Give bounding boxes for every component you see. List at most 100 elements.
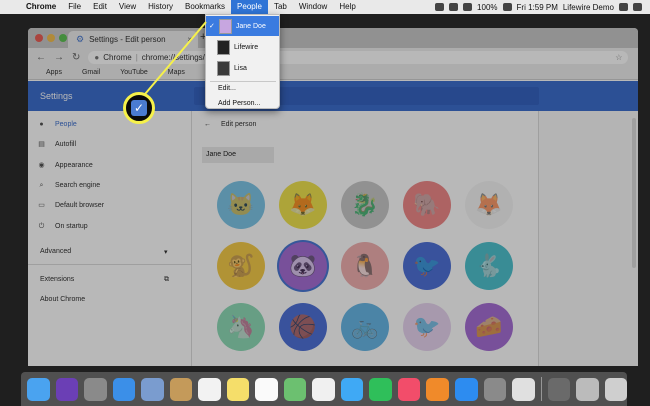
checkmark-icon: ✓ — [131, 100, 147, 116]
app-store-icon[interactable] — [454, 377, 478, 401]
checkmark-icon: ✓ — [209, 23, 215, 30]
bookmark-maps[interactable]: Maps — [158, 69, 185, 76]
avatar-option-origami-fox[interactable]: 🦊 — [465, 181, 513, 229]
back-icon[interactable]: ← — [36, 52, 46, 63]
dock-divider — [540, 377, 542, 401]
menu-history[interactable]: History — [142, 0, 179, 14]
menu-edit[interactable]: Edit — [87, 0, 113, 14]
sidebar-item-people[interactable]: ● People — [38, 121, 76, 128]
bookmark-youtube[interactable]: YouTube — [110, 69, 148, 76]
tab-strip: ⚙ Settings - Edit person × + — [28, 28, 638, 48]
person-name-field[interactable]: Jane Doe — [202, 147, 274, 163]
profile-lifewire[interactable]: Lifewire — [206, 37, 279, 57]
messages-icon[interactable] — [340, 377, 364, 401]
sidebar-about-chrome[interactable]: About Chrome — [40, 296, 85, 303]
photo-icon[interactable] — [141, 377, 164, 401]
clock[interactable]: Fri 1:59 PM — [517, 3, 558, 12]
bookmark-apps[interactable]: Apps — [36, 69, 62, 76]
avatar-option-basketball[interactable]: 🏀 — [279, 303, 327, 351]
sidebar-item-autofill[interactable]: ▤ Autofill — [38, 141, 76, 148]
sidebar-item-default-browser[interactable]: ▭ Default browser — [38, 202, 104, 209]
launchpad-icon[interactable] — [84, 377, 107, 401]
menu-window[interactable]: Window — [293, 0, 333, 14]
profile-lisa[interactable]: Lisa — [206, 58, 279, 78]
close-window-button[interactable] — [35, 34, 43, 42]
finder-icon[interactable] — [27, 377, 50, 401]
window-icon[interactable] — [576, 377, 599, 401]
photos-icon[interactable] — [312, 377, 335, 401]
menu-people[interactable]: People — [231, 0, 268, 14]
scrollbar[interactable] — [632, 118, 636, 268]
sidebar-item-search-engine[interactable]: ⌕ Search engine — [38, 182, 101, 189]
avatar-option-fox[interactable]: 🦊 — [279, 181, 327, 229]
calendar-icon[interactable] — [198, 377, 221, 401]
maps-icon[interactable] — [283, 377, 307, 401]
chevron-down-icon: ▾ — [164, 249, 168, 256]
omnibox-separator: | — [135, 52, 138, 62]
avatar-option-cat[interactable]: 🐱 — [217, 181, 265, 229]
profile-name: Jane Doe — [235, 22, 266, 30]
maximize-window-button[interactable] — [59, 34, 67, 42]
facetime-icon[interactable] — [369, 377, 392, 401]
avatar-option-penguin[interactable]: 🐧 — [341, 242, 389, 290]
search-icon[interactable] — [619, 3, 628, 11]
tab-settings[interactable]: ⚙ Settings - Edit person × — [68, 31, 198, 48]
omnibox[interactable]: ● Chrome | chrome://settings/ma ☆ — [88, 50, 629, 64]
menu-bookmarks[interactable]: Bookmarks — [179, 0, 231, 14]
avatar-option-panda[interactable]: 🐼 — [279, 242, 327, 290]
back-arrow-icon[interactable]: ← — [204, 121, 211, 128]
downloads-icon[interactable] — [547, 377, 571, 401]
menu-edit-people[interactable]: Edit... — [218, 85, 236, 92]
menu-app-name[interactable]: Chrome — [20, 0, 62, 14]
avatar-option-monkey[interactable]: 🐒 — [217, 242, 265, 290]
avatar-option-bird[interactable]: 🐦 — [403, 242, 451, 290]
sidebar-item-label: Default browser — [55, 202, 105, 209]
avatar-option-cardinal[interactable]: 🐦 — [403, 303, 451, 351]
avatar-option-cheese[interactable]: 🧀 — [465, 303, 513, 351]
bookmarks-bar: Apps Gmail YouTube Maps — [28, 66, 638, 80]
bookmark-label: Gmail — [81, 69, 101, 76]
callout-highlight: ✓ — [123, 92, 155, 124]
avatar-option-dragon[interactable]: 🐉 — [341, 181, 389, 229]
bookmark-gmail[interactable]: Gmail — [72, 69, 100, 76]
music-icon[interactable] — [397, 377, 421, 401]
menu-tab[interactable]: Tab — [268, 0, 293, 14]
menu-add-person[interactable]: Add Person... — [218, 100, 260, 107]
user-name[interactable]: Lifewire Demo — [563, 3, 614, 12]
books-icon[interactable] — [426, 377, 449, 401]
sidebar-item-appearance[interactable]: ◉ Appearance — [38, 162, 92, 169]
minimize-window-button[interactable] — [47, 34, 55, 42]
close-tab-icon[interactable]: × — [187, 35, 192, 44]
reload-icon[interactable]: ↻ — [72, 52, 80, 63]
list-icon[interactable] — [633, 3, 642, 11]
sidebar-extensions[interactable]: Extensions ⧉ — [40, 276, 169, 283]
sidebar-advanced[interactable]: Advanced ▾ — [40, 248, 168, 256]
system-preferences-icon[interactable] — [483, 377, 507, 401]
avatar-option-unicorn[interactable]: 🦄 — [217, 303, 265, 351]
cast-icon[interactable] — [435, 3, 445, 11]
menu-view[interactable]: View — [113, 0, 142, 14]
origami-fox-icon: 🦊 — [475, 192, 503, 217]
safari-icon[interactable] — [112, 377, 136, 401]
sidebar-item-on-startup[interactable]: ⏻ On startup — [38, 223, 88, 230]
star-icon[interactable]: ☆ — [615, 53, 622, 62]
external-link-icon: ⧉ — [164, 276, 169, 283]
chrome-icon[interactable] — [512, 377, 535, 401]
forward-icon[interactable]: → — [54, 52, 64, 63]
avatar-option-bicycle[interactable]: 🚲 — [341, 303, 389, 351]
menu-file[interactable]: File — [62, 0, 87, 14]
notes-icon[interactable] — [226, 377, 250, 401]
reminders-icon[interactable] — [255, 377, 278, 401]
battery-percent[interactable]: 100% — [477, 3, 497, 12]
avatar-option-rabbit[interactable]: 🐇 — [465, 242, 513, 290]
profile-jane-doe[interactable]: ✓ Jane Doe — [206, 16, 279, 36]
siri-icon[interactable] — [55, 377, 79, 401]
wifi-icon[interactable] — [449, 3, 459, 11]
avatar-option-elephant[interactable]: 🐘 — [403, 181, 451, 229]
extensions-label: Extensions — [40, 276, 75, 283]
volume-icon[interactable] — [463, 3, 473, 11]
contacts-icon[interactable] — [169, 377, 193, 401]
youtube-icon — [110, 69, 117, 76]
menu-help[interactable]: Help — [333, 0, 361, 14]
trash-icon[interactable] — [604, 377, 628, 401]
